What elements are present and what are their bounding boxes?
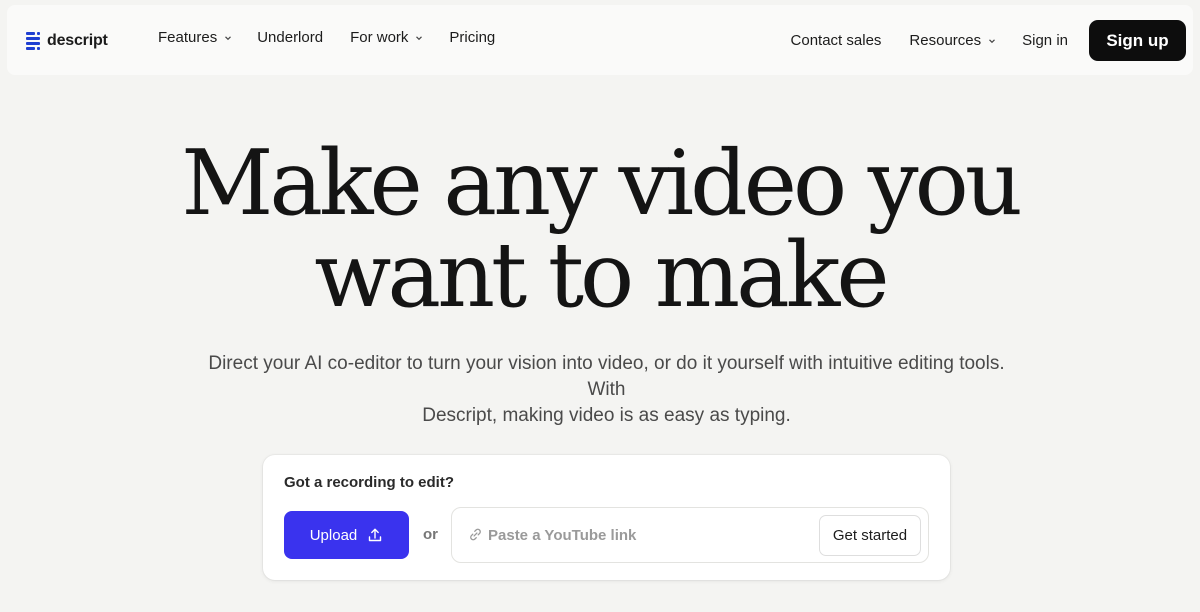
hero-subtitle-line: Direct your AI co-editor to turn your vi… [208, 353, 1005, 400]
chevron-down-icon [416, 36, 423, 41]
logo[interactable]: descript [26, 32, 108, 50]
get-started-button[interactable]: Get started [819, 515, 921, 556]
hero-title-line: want to make [314, 223, 889, 328]
youtube-link-field: Get started [451, 507, 929, 563]
primary-nav: Features Underlord For work Pricing [158, 29, 495, 46]
nav-item-label: Underlord [257, 29, 324, 46]
hero-title-line: Make any video you [181, 131, 1023, 236]
nav-item-underlord[interactable]: Underlord [257, 29, 323, 46]
youtube-link-input[interactable] [488, 523, 808, 547]
nav-item-label: Sign in [1022, 32, 1068, 49]
nav-item-label: Features [158, 29, 218, 46]
chevron-down-icon [989, 39, 996, 44]
nav-item-label: Resources [909, 32, 982, 49]
nav-item-features[interactable]: Features [158, 29, 232, 46]
nav-item-for-work[interactable]: For work [350, 29, 423, 46]
upload-icon [369, 528, 382, 542]
nav-item-label: Pricing [449, 29, 496, 46]
top-nav: descript Features Underlord For work Pri… [7, 5, 1193, 75]
or-divider-text: or [423, 526, 438, 543]
secondary-nav: Contact sales Resources Sign in Sign up [791, 20, 1186, 61]
nav-item-contact-sales[interactable]: Contact sales [791, 32, 882, 49]
link-icon [470, 528, 481, 541]
brand-name: descript [47, 32, 108, 49]
upload-button[interactable]: Upload [284, 511, 409, 559]
hero-title: Make any video you want to make [0, 138, 1200, 322]
descript-logo-icon [26, 32, 40, 50]
hero-subtitle-line: Descript, making video is as easy as typ… [422, 405, 791, 426]
nav-item-pricing[interactable]: Pricing [449, 29, 495, 46]
nav-item-label: For work [350, 29, 409, 46]
chevron-down-icon [225, 36, 232, 41]
upload-card: Got a recording to edit? Upload or Get s… [263, 455, 950, 580]
upload-card-label: Got a recording to edit? [284, 474, 455, 491]
sign-in-link[interactable]: Sign in [1022, 32, 1068, 49]
sign-up-button[interactable]: Sign up [1089, 20, 1186, 61]
hero-subtitle: Direct your AI co-editor to turn your vi… [200, 351, 1013, 429]
nav-item-resources[interactable]: Resources [909, 32, 996, 49]
nav-item-label: Contact sales [790, 32, 882, 49]
upload-button-label: Upload [309, 526, 358, 544]
